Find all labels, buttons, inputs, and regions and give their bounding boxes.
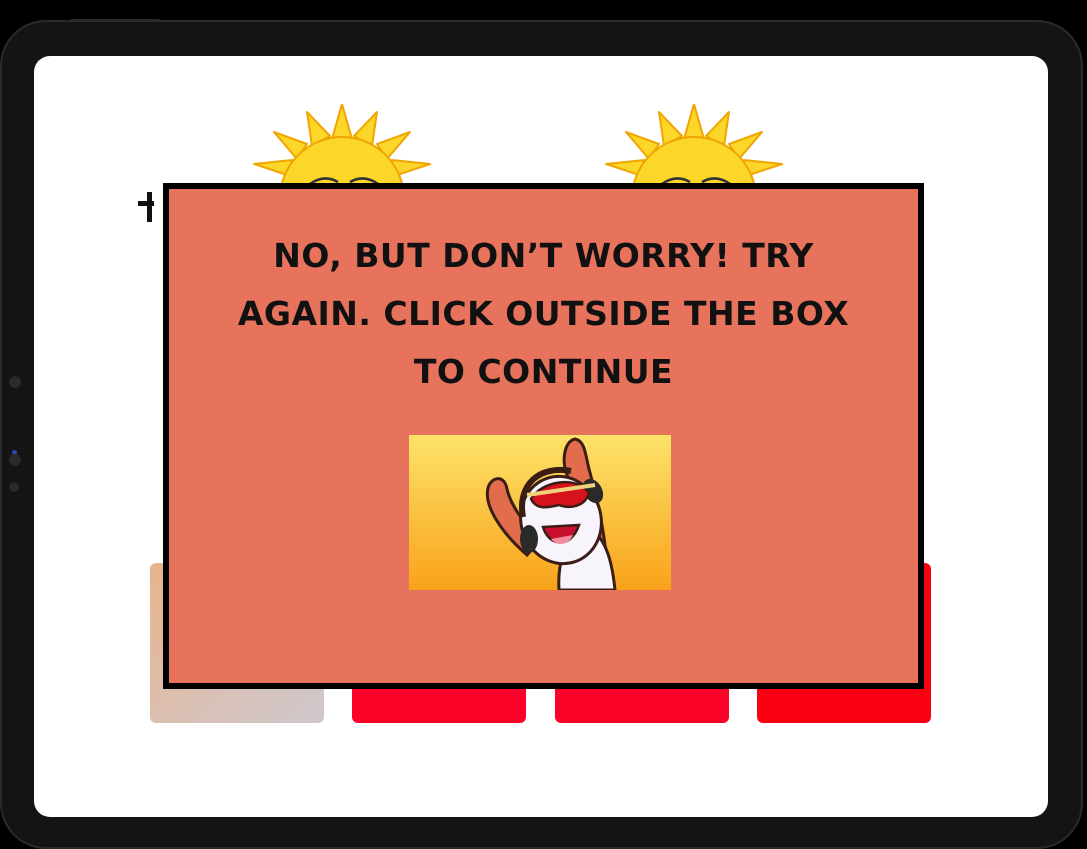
cheering-character-image	[409, 435, 671, 590]
side-button	[9, 482, 19, 492]
side-button	[9, 376, 21, 388]
side-button	[9, 454, 21, 466]
tablet-top-edge	[70, 19, 160, 22]
feedback-message: NO, BUT DON’T WORRY! TRY AGAIN. CLICK OU…	[237, 236, 850, 391]
app-screen[interactable]: NO, BUT DON’T WORRY! TRY AGAIN. CLICK OU…	[34, 56, 1048, 817]
feedback-dialog: NO, BUT DON’T WORRY! TRY AGAIN. CLICK OU…	[163, 183, 924, 689]
plus-icon	[138, 192, 154, 222]
